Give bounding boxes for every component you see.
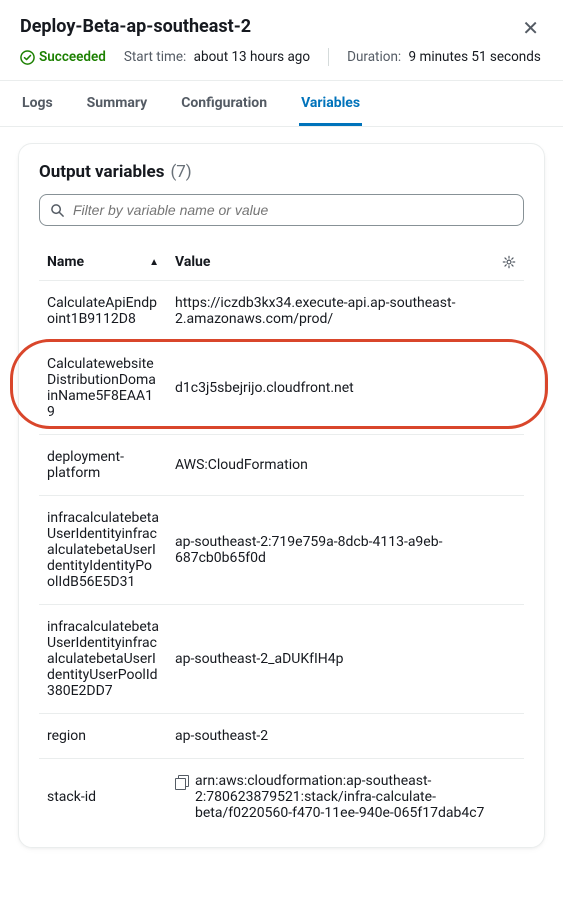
- variable-name: CalculateApiEndpoint1B9112D8: [39, 281, 167, 342]
- search-icon: [50, 203, 65, 218]
- variable-count: (7): [170, 162, 191, 182]
- variable-name: infracalculatebetaUserIdentityinfracalcu…: [39, 496, 167, 605]
- output-variables-card: Output variables (7) Name ▲ V: [18, 143, 545, 848]
- tab-logs[interactable]: Logs: [20, 81, 55, 126]
- table-row: deployment-platformAWS:CloudFormation: [39, 435, 524, 496]
- close-icon[interactable]: ✕: [518, 16, 543, 40]
- table-row: infracalculatebetaUserIdentityinfracalcu…: [39, 605, 524, 714]
- variable-value: arn:aws:cloudformation:ap-southeast-2:78…: [167, 759, 524, 836]
- table-row: CalculateApiEndpoint1B9112D8https://iczd…: [39, 281, 524, 342]
- panel-header: Deploy-Beta-ap-southeast-2 ✕ Succeeded S…: [0, 0, 563, 66]
- variable-name: region: [39, 714, 167, 759]
- filter-input[interactable]: [73, 202, 513, 218]
- variable-name: CalculatewebsiteDistributionDomainName5F…: [39, 342, 167, 435]
- variable-value: ap-southeast-2: [167, 714, 524, 759]
- tab-configuration[interactable]: Configuration: [179, 81, 269, 126]
- variable-name: stack-id: [39, 759, 167, 836]
- duration: Duration: 9 minutes 51 seconds: [347, 49, 541, 65]
- start-time: Start time: about 13 hours ago: [124, 49, 310, 65]
- filter-box[interactable]: [39, 194, 524, 226]
- table-row: regionap-southeast-2: [39, 714, 524, 759]
- variable-value: https://iczdb3kx34.execute-api.ap-southe…: [167, 281, 524, 342]
- table-row: infracalculatebetaUserIdentityinfracalcu…: [39, 496, 524, 605]
- tabs: Logs Summary Configuration Variables: [0, 81, 563, 127]
- tab-variables[interactable]: Variables: [299, 81, 362, 126]
- table-row: CalculatewebsiteDistributionDomainName5F…: [39, 342, 524, 435]
- card-title: Output variables (7): [39, 162, 192, 182]
- gear-icon[interactable]: [502, 255, 516, 269]
- variable-value: ap-southeast-2:719e759a-8dcb-4113-a9eb-6…: [167, 496, 524, 605]
- variable-name: infracalculatebetaUserIdentityinfracalcu…: [39, 605, 167, 714]
- table-row: stack-idarn:aws:cloudformation:ap-southe…: [39, 759, 524, 836]
- status-text: Succeeded: [39, 49, 106, 65]
- page-title: Deploy-Beta-ap-southeast-2: [20, 16, 251, 37]
- variable-value: AWS:CloudFormation: [167, 435, 524, 496]
- variable-value: ap-southeast-2_aDUKfIH4p: [167, 605, 524, 714]
- variables-table: Name ▲ Value CalculateApiEndpoint1B9112D…: [39, 244, 524, 835]
- variable-name: deployment-platform: [39, 435, 167, 496]
- variable-value: d1c3j5sbejrijo.cloudfront.net: [167, 342, 524, 435]
- status-badge: Succeeded: [20, 49, 106, 65]
- tab-summary[interactable]: Summary: [85, 81, 150, 126]
- separator: [328, 48, 329, 66]
- col-header-value[interactable]: Value: [167, 244, 524, 281]
- copy-icon[interactable]: [175, 775, 189, 789]
- success-icon: [20, 50, 35, 65]
- col-header-name[interactable]: Name ▲: [39, 244, 167, 281]
- sort-asc-icon[interactable]: ▲: [149, 257, 159, 268]
